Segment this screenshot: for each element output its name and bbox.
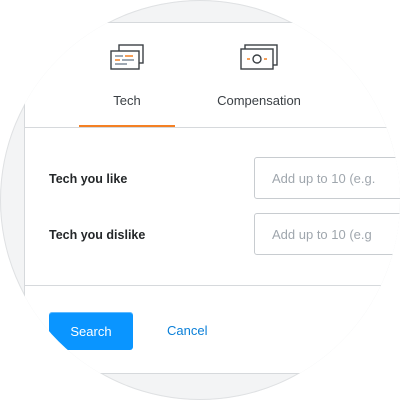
search-button[interactable]: Search	[49, 312, 133, 350]
form-divider	[25, 285, 400, 286]
tech-like-row: Tech you like	[25, 157, 400, 201]
tabs-divider	[25, 127, 400, 128]
tab-compensation-label: Compensation	[217, 93, 301, 108]
filter-tabs: Tech Compensation	[25, 23, 400, 128]
money-icon	[239, 43, 279, 76]
tech-dislike-label: Tech you dislike	[49, 228, 146, 242]
tab-tech-label: Tech	[113, 93, 141, 108]
tech-like-input[interactable]	[254, 157, 400, 199]
tab-next[interactable]	[365, 23, 400, 127]
tech-like-label: Tech you like	[49, 172, 128, 186]
cancel-link[interactable]: Cancel	[167, 323, 207, 338]
tab-compensation[interactable]: Compensation	[205, 23, 313, 127]
tech-dislike-input[interactable]	[254, 213, 400, 255]
job-filter-panel: Tech Compensation Tech you like Add up t…	[24, 22, 400, 374]
circular-viewport: Tech Compensation Tech you like Add up t…	[0, 0, 400, 400]
tech-stack-icon	[109, 43, 145, 76]
screenshot-stage: Tech Compensation Tech you like Add up t…	[0, 0, 400, 400]
tab-tech[interactable]: Tech	[79, 23, 175, 128]
tech-dislike-row: Tech you dislike	[25, 213, 400, 257]
